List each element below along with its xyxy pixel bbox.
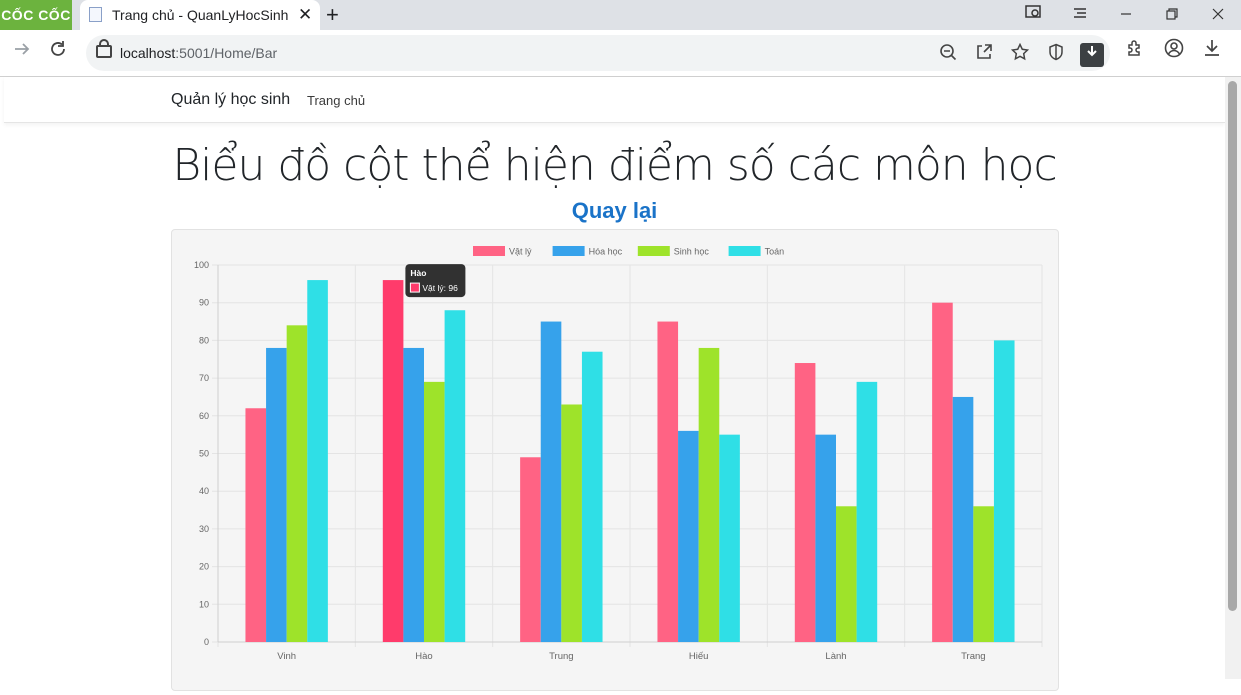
tooltip-swatch bbox=[409, 282, 420, 293]
x-tick-label: Trang bbox=[961, 651, 985, 662]
bar-Vật-lý bbox=[382, 280, 404, 642]
y-tick-label: 70 bbox=[199, 373, 209, 383]
bar-Hóa-học bbox=[403, 347, 424, 642]
close-window-icon[interactable] bbox=[1204, 0, 1232, 30]
bar-Sinh-học bbox=[286, 325, 308, 642]
y-tick-label: 60 bbox=[199, 411, 209, 421]
tab-close-icon[interactable]: ✕ bbox=[298, 0, 312, 30]
tab-search-icon[interactable] bbox=[1020, 0, 1048, 30]
y-tick-label: 80 bbox=[199, 335, 209, 345]
browser-tab-strip: CỐC CỐC Trang chủ - QuanLyHocSinh ✕ + bbox=[0, 0, 1241, 30]
tooltip-title: Hào bbox=[410, 268, 426, 278]
page-favicon-icon bbox=[89, 7, 102, 22]
bar-Sinh-học bbox=[424, 381, 445, 642]
zoom-out-icon[interactable] bbox=[936, 43, 960, 67]
bar-Toán bbox=[993, 340, 1015, 642]
coccoc-logo[interactable]: CỐC CỐC bbox=[0, 0, 72, 30]
downloads-icon[interactable] bbox=[1200, 38, 1224, 62]
bar-Toán bbox=[719, 434, 740, 642]
bar-Vật-lý bbox=[794, 363, 816, 642]
y-tick-label: 10 bbox=[199, 599, 209, 609]
nav-link-home[interactable]: Trang chủ bbox=[307, 93, 365, 108]
page-title: Biểu đồ cột thể hiện điểm số các môn học bbox=[172, 140, 1057, 191]
forward-icon[interactable] bbox=[8, 38, 36, 66]
browser-toolbar: localhost:5001/Home/Bar bbox=[0, 30, 1241, 77]
bar-Vật-lý bbox=[932, 302, 953, 642]
x-tick-label: Hiếu bbox=[689, 651, 709, 662]
bar-Toán bbox=[444, 310, 466, 642]
x-tick-label: Hào bbox=[415, 651, 432, 662]
reload-icon[interactable] bbox=[44, 38, 72, 66]
lock-icon bbox=[96, 39, 112, 58]
y-tick-label: 0 bbox=[204, 637, 209, 647]
web-page: Quản lý học sinh Trang chủ Biểu đồ cột t… bbox=[4, 77, 1225, 691]
back-link-text[interactable]: Quay lại bbox=[572, 198, 658, 223]
share-icon[interactable] bbox=[972, 43, 996, 67]
legend-label: Hóa học bbox=[589, 247, 623, 257]
restore-icon[interactable] bbox=[1158, 0, 1186, 30]
x-tick-label: Trung bbox=[549, 651, 573, 662]
navbar-brand[interactable]: Quản lý học sinh bbox=[171, 91, 290, 109]
minimize-icon[interactable] bbox=[1112, 0, 1140, 30]
download-page-icon[interactable] bbox=[1080, 43, 1104, 67]
back-link: Quay lại bbox=[4, 198, 1225, 224]
bar-Hóa-học bbox=[540, 321, 562, 642]
bar-chart: 0 10 20 30 40 50 60 70 80 90 100 Vinh Hào Trung Hiếu Là… bbox=[194, 246, 1043, 662]
legend-label: Toán bbox=[765, 247, 785, 257]
bar-Vật-lý bbox=[520, 457, 541, 642]
x-tick-label: Lành bbox=[825, 651, 846, 662]
tooltip-label: Vật lý: 96 bbox=[422, 283, 458, 293]
bar-Hóa-học bbox=[952, 396, 974, 642]
y-tick-label: 90 bbox=[199, 298, 209, 308]
chart-container: 0 10 20 30 40 50 60 70 80 90 100 Vinh Hào Trung Hiếu Là… bbox=[171, 229, 1059, 691]
bar-Sinh-học bbox=[973, 506, 994, 642]
legend-label: Sinh học bbox=[674, 247, 710, 257]
y-tick-label: 50 bbox=[199, 449, 209, 459]
bookmark-star-icon[interactable] bbox=[1008, 42, 1032, 67]
browser-tab-active[interactable]: Trang chủ - QuanLyHocSinh ✕ bbox=[80, 0, 320, 30]
address-bar[interactable]: localhost:5001/Home/Bar bbox=[86, 35, 1110, 71]
page-scrollbar[interactable] bbox=[1225, 77, 1241, 679]
bar-Vật-lý bbox=[657, 321, 679, 642]
y-tick-label: 100 bbox=[194, 260, 209, 270]
legend-swatch bbox=[552, 246, 585, 256]
y-tick-label: 20 bbox=[199, 562, 209, 572]
shield-icon[interactable] bbox=[1044, 43, 1068, 67]
bar-Sinh-học bbox=[561, 404, 582, 642]
bar-Sinh-học bbox=[836, 506, 857, 642]
bar-Hóa-học bbox=[815, 434, 836, 642]
legend-swatch bbox=[728, 246, 761, 256]
extensions-icon[interactable] bbox=[1124, 38, 1148, 62]
scrollbar-thumb[interactable] bbox=[1228, 81, 1237, 611]
x-tick-label: Vinh bbox=[277, 651, 296, 662]
sidebar-toggle-icon[interactable] bbox=[1066, 0, 1094, 30]
new-tab-button[interactable]: + bbox=[326, 0, 339, 30]
bar-Hóa-học bbox=[678, 430, 699, 642]
bar-Toán bbox=[307, 280, 328, 642]
bar-Vật-lý bbox=[245, 408, 267, 642]
profile-avatar-icon[interactable] bbox=[1162, 38, 1186, 62]
site-navbar: Quản lý học sinh Trang chủ bbox=[4, 77, 1225, 123]
bar-Sinh-học bbox=[698, 347, 720, 642]
y-tick-label: 30 bbox=[199, 524, 209, 534]
url-text[interactable]: localhost:5001/Home/Bar bbox=[120, 35, 277, 71]
legend-label: Vật lý bbox=[509, 247, 532, 257]
y-tick-label: 40 bbox=[199, 486, 209, 496]
bar-Toán bbox=[581, 351, 603, 642]
bar-Hóa-học bbox=[266, 347, 287, 642]
tab-title: Trang chủ - QuanLyHocSinh bbox=[112, 7, 289, 23]
bar-Toán bbox=[856, 381, 878, 642]
legend-swatch bbox=[473, 246, 505, 256]
legend-swatch bbox=[637, 246, 670, 256]
